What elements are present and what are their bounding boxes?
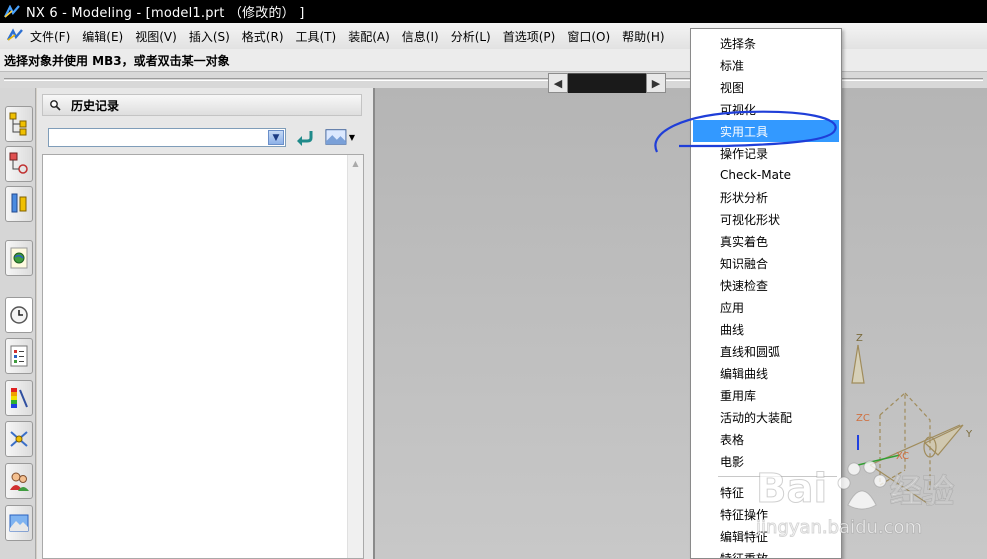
process-studio-icon (10, 431, 28, 447)
history-filter-combo[interactable]: ▼ (48, 128, 286, 147)
tab-system-scenes[interactable] (5, 505, 33, 541)
system-scenes-icon (9, 514, 29, 532)
tab-process-studio[interactable] (5, 421, 33, 457)
chevron-right-icon: ▶ (651, 76, 661, 90)
menu-item-standard[interactable]: 标准 (693, 54, 839, 76)
pin-icon[interactable] (49, 99, 61, 111)
menu-insert[interactable]: 插入(S) (189, 28, 230, 45)
menu-item-selection-bar[interactable]: 选择条 (693, 32, 839, 54)
menu-item-feature[interactable]: 特征 (693, 481, 839, 503)
reuse-library-icon (10, 345, 28, 367)
menu-item-large-assembly[interactable]: 活动的大装配 (693, 406, 839, 428)
tab-constraint-navigator[interactable] (5, 146, 33, 182)
menu-help[interactable]: 帮助(H) (622, 28, 664, 45)
nx-logo-icon (4, 4, 20, 18)
scroll-left-button[interactable]: ◀ (548, 73, 568, 93)
menu-item-visual-shape[interactable]: 可视化形状 (693, 208, 839, 230)
tab-web-browser[interactable] (5, 240, 33, 276)
menu-item-quick-check[interactable]: 快速检查 (693, 274, 839, 296)
menu-item-table[interactable]: 表格 (693, 428, 839, 450)
tab-history[interactable] (5, 297, 33, 333)
resource-bar (0, 88, 36, 559)
constraint-navigator-icon (9, 152, 28, 174)
menu-item-utility[interactable]: 实用工具 (693, 120, 839, 142)
status-prompt: 选择对象并使用 MB3，或者双击某一对象 (4, 53, 230, 68)
web-browser-icon (10, 247, 28, 269)
color-palette-icon (11, 388, 28, 408)
part-navigator-icon (11, 193, 27, 213)
tab-color-palette[interactable] (5, 380, 33, 416)
tab-assembly-navigator[interactable] (5, 106, 33, 142)
history-panel: 历史记录 ▼ ▼ ▲ (37, 88, 373, 559)
menu-assembly[interactable]: 装配(A) (348, 28, 390, 45)
menu-item-lines-arcs[interactable]: 直线和圆弧 (693, 340, 839, 362)
roles-icon (10, 472, 29, 491)
title-bar: NX 6 - Modeling - [model1.prt （修改的） ] (0, 0, 987, 23)
menu-view[interactable]: 视图(V) (135, 28, 177, 45)
menu-item-true-shading[interactable]: 真实着色 (693, 230, 839, 252)
menu-separator (718, 476, 837, 477)
menu-item-feature-playback[interactable]: 特征重放 (693, 547, 839, 559)
history-list[interactable]: ▲ (42, 154, 364, 559)
panel-title: 历史记录 (71, 98, 120, 113)
scroll-track[interactable] (568, 73, 646, 93)
menu-item-feature-operation[interactable]: 特征操作 (693, 503, 839, 525)
toolbar-context-menu: 选择条 标准 视图 可视化 实用工具 操作记录 Check-Mate 形状分析 … (690, 28, 842, 559)
menu-format[interactable]: 格式(R) (242, 28, 284, 45)
toolbar-scroller[interactable]: ◀ ▶ (548, 73, 666, 93)
menu-preferences[interactable]: 首选项(P) (503, 28, 556, 45)
scroll-up-icon[interactable]: ▲ (348, 155, 363, 171)
menu-item-shape-analysis[interactable]: 形状分析 (693, 186, 839, 208)
menu-item-knowledge-fusion[interactable]: 知识融合 (693, 252, 839, 274)
graphics-window[interactable] (373, 88, 987, 559)
tab-roles[interactable] (5, 463, 33, 499)
menu-item-edit-curve[interactable]: 编辑曲线 (693, 362, 839, 384)
menu-analysis[interactable]: 分析(L) (451, 28, 491, 45)
scroll-right-button[interactable]: ▶ (646, 73, 666, 93)
image-options-button[interactable]: ▼ (325, 126, 355, 148)
menu-item-edit-feature[interactable]: 编辑特征 (693, 525, 839, 547)
menu-item-application[interactable]: 应用 (693, 296, 839, 318)
menu-edit[interactable]: 编辑(E) (82, 28, 123, 45)
chevron-left-icon: ◀ (553, 76, 563, 90)
combo-dropdown-button[interactable]: ▼ (268, 130, 284, 145)
return-arrow-icon (297, 131, 313, 146)
menu-item-movie[interactable]: 电影 (693, 450, 839, 472)
list-scrollbar[interactable]: ▲ (347, 155, 363, 558)
menu-item-journal[interactable]: 操作记录 (693, 142, 839, 164)
tab-part-navigator[interactable] (5, 186, 33, 222)
menu-logo-icon[interactable] (6, 28, 24, 44)
dropdown-arrow-icon: ▼ (348, 132, 355, 142)
menu-item-curve[interactable]: 曲线 (693, 318, 839, 340)
menu-tools[interactable]: 工具(T) (296, 28, 337, 45)
assembly-navigator-icon (9, 112, 27, 136)
image-icon (325, 129, 347, 145)
history-icon (10, 306, 28, 324)
menu-item-check-mate[interactable]: Check-Mate (693, 164, 839, 186)
menu-item-view[interactable]: 视图 (693, 76, 839, 98)
menu-window[interactable]: 窗口(O) (567, 28, 610, 45)
menu-item-reuse-library[interactable]: 重用库 (693, 384, 839, 406)
chevron-down-icon: ▼ (272, 132, 280, 143)
menu-information[interactable]: 信息(I) (402, 28, 439, 45)
menu-file[interactable]: 文件(F) (30, 28, 70, 45)
panel-header: 历史记录 (42, 94, 362, 116)
window-title: NX 6 - Modeling - [model1.prt （修改的） ] (26, 6, 305, 21)
menu-item-visualization[interactable]: 可视化 (693, 98, 839, 120)
tab-reuse-library[interactable] (5, 338, 33, 374)
back-button[interactable] (294, 127, 316, 147)
